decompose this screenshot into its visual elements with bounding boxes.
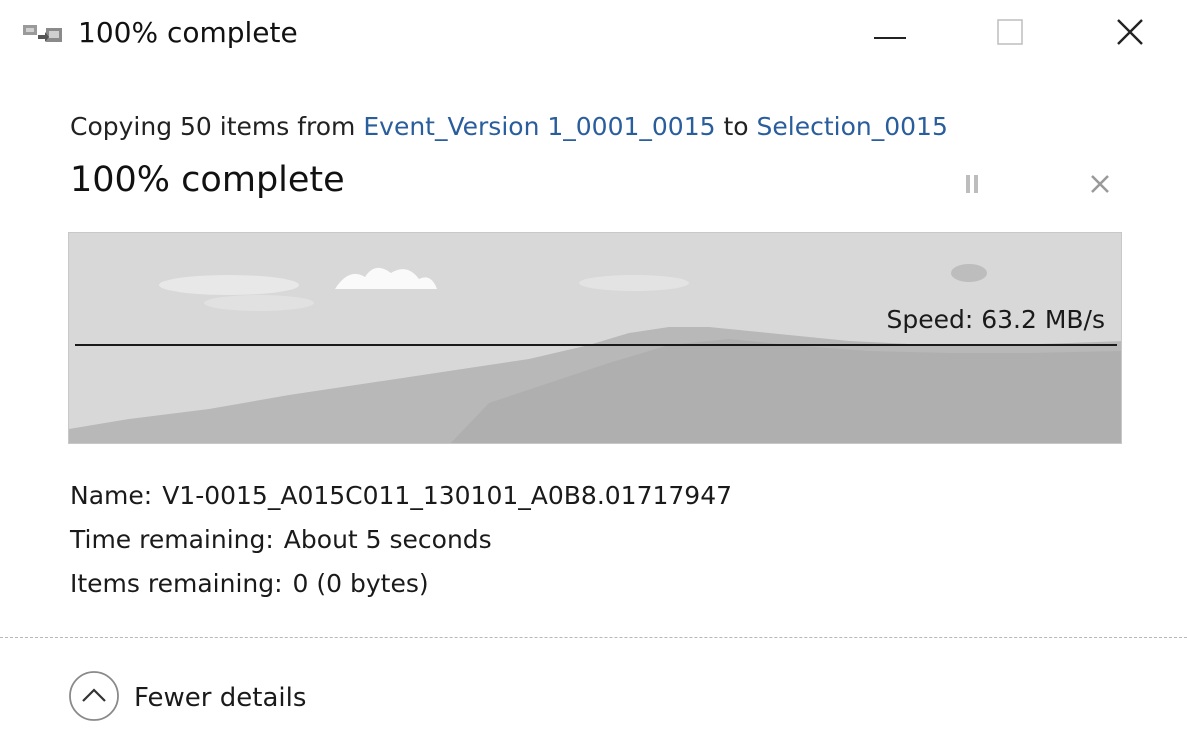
speed-graph: Speed: 63.2 MB/s bbox=[68, 232, 1122, 444]
copy-description: Copying 50 items from Event_Version 1_00… bbox=[70, 112, 948, 141]
fewer-details-button[interactable]: Fewer details bbox=[68, 670, 307, 726]
destination-folder-link[interactable]: Selection_0015 bbox=[757, 112, 948, 141]
close-icon bbox=[1116, 18, 1144, 50]
pause-button[interactable] bbox=[952, 168, 992, 204]
close-icon bbox=[1089, 173, 1111, 199]
graph-streak bbox=[204, 295, 314, 311]
name-row: Name: V1-0015_A015C011_130101_A0B8.017179… bbox=[70, 474, 732, 518]
items-remaining-label: Items remaining: bbox=[70, 569, 283, 598]
copy-prefix: Copying 50 items from bbox=[70, 112, 364, 141]
time-remaining-label: Time remaining: bbox=[70, 525, 274, 554]
name-value: V1-0015_A015C011_130101_A0B8.01717947 bbox=[162, 481, 733, 510]
maximize-icon bbox=[997, 19, 1023, 49]
progress-status: 100% complete bbox=[70, 160, 345, 200]
title-bar: 100% complete bbox=[0, 0, 1187, 70]
maximize-button[interactable] bbox=[982, 10, 1038, 58]
close-window-button[interactable] bbox=[1102, 10, 1158, 58]
pause-icon bbox=[964, 173, 980, 199]
source-folder-link[interactable]: Event_Version 1_0001_0015 bbox=[363, 112, 715, 141]
speed-label: Speed: 63.2 MB/s bbox=[886, 305, 1105, 334]
details-panel: Name: V1-0015_A015C011_130101_A0B8.017179… bbox=[70, 474, 732, 606]
window-title: 100% complete bbox=[78, 16, 298, 49]
graph-streak bbox=[159, 275, 299, 295]
items-remaining-value: 0 (0 bytes) bbox=[292, 569, 429, 598]
copy-files-icon bbox=[22, 22, 64, 48]
speed-graph-canvas bbox=[69, 233, 1121, 443]
minimize-icon bbox=[874, 25, 906, 44]
graph-streak bbox=[951, 264, 987, 282]
chevron-up-circle-icon bbox=[68, 670, 120, 726]
cancel-button[interactable] bbox=[1080, 168, 1120, 204]
minimize-button[interactable] bbox=[862, 10, 918, 58]
time-remaining-value: About 5 seconds bbox=[283, 525, 492, 554]
graph-streak bbox=[579, 275, 689, 291]
items-remaining-row: Items remaining: 0 (0 bytes) bbox=[70, 562, 732, 606]
time-remaining-row: Time remaining: About 5 seconds bbox=[70, 518, 732, 562]
footer-divider bbox=[0, 637, 1187, 638]
copy-to-text: to bbox=[715, 112, 757, 141]
fewer-details-label: Fewer details bbox=[134, 683, 307, 713]
name-label: Name: bbox=[70, 481, 153, 510]
